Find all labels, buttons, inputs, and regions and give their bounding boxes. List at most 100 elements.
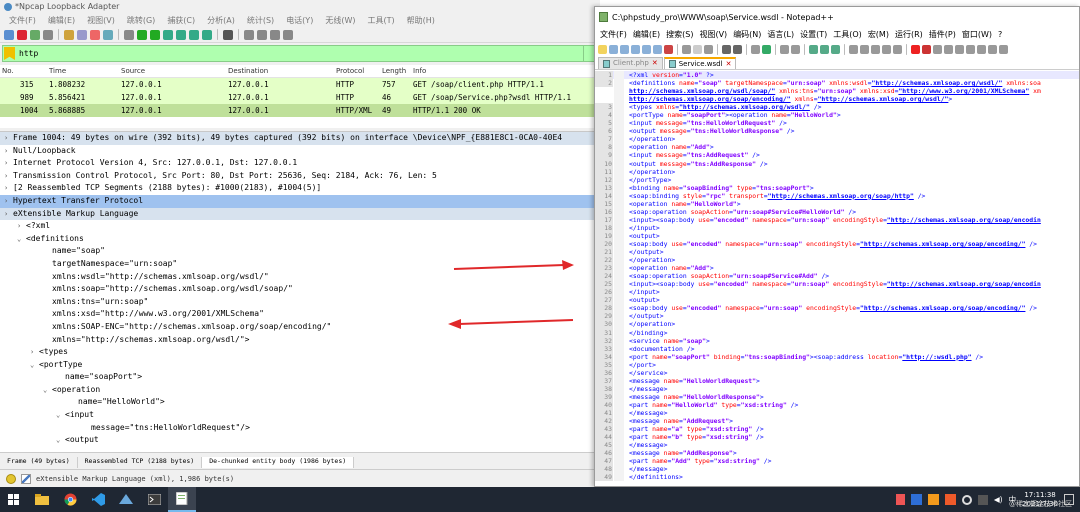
detail-row[interactable]: › Internet Protocol Version 4, Src: 127.0… [0,157,600,170]
detail-row[interactable]: › Frame 1004: 49 bytes on wire (392 bits)… [0,132,600,145]
tray-app-icon[interactable] [895,494,905,505]
fold-margin[interactable] [614,376,624,385]
code-line[interactable]: 27 <output> [595,296,1079,305]
code-line[interactable]: 48 </message> [595,465,1079,474]
code-line[interactable]: 33 <documentation /> [595,344,1079,353]
code-line[interactable]: 15 <operation name="HelloWorld"> [595,199,1079,208]
fold-margin[interactable] [614,143,624,152]
column-header[interactable]: Info [413,65,426,78]
npp-toolbar-button-icon[interactable] [911,44,920,54]
taskbar-vscode[interactable] [84,487,112,512]
npp-menu-item[interactable]: 宏(M) [865,29,892,40]
display-filter-input[interactable]: http [19,49,38,58]
expand-icon[interactable]: ⌄ [56,434,65,447]
npp-toolbar-button-icon[interactable] [751,44,760,54]
detail-row[interactable]: xmlns="http://schemas.xmlsoap.org/wsdl/"… [0,334,600,347]
collapse-icon[interactable]: › [4,195,13,208]
close-file-icon[interactable] [90,29,100,40]
expand-icon[interactable]: ⌄ [17,233,26,246]
npp-toolbar-button-icon[interactable] [871,44,880,54]
code-line[interactable]: 7 </operation> [595,135,1079,144]
fold-margin[interactable] [614,239,624,249]
collapse-icon[interactable]: › [4,208,13,221]
fold-margin[interactable] [614,231,624,240]
npp-toolbar-button-icon[interactable] [791,44,800,54]
capture-status-icon[interactable] [6,473,16,484]
fold-margin[interactable] [614,400,624,409]
detail-row[interactable]: xmlns:soap="http://schemas.xmlsoap.org/w… [0,283,600,296]
zoom-out-icon[interactable] [257,29,267,40]
code-line[interactable]: 36 </service> [595,368,1079,377]
code-line[interactable]: 46 <message name="AddResponse"> [595,449,1079,458]
code-line[interactable]: 45 </message> [595,441,1079,450]
fold-margin[interactable] [614,223,624,232]
npp-toolbar-button-icon[interactable] [988,44,997,54]
taskbar-terminal[interactable] [140,487,168,512]
fold-margin[interactable] [614,425,624,434]
npp-toolbar-button-icon[interactable] [682,44,691,54]
collapse-icon[interactable]: › [4,157,13,170]
npp-toolbar-button-icon[interactable] [722,44,731,54]
fold-margin[interactable] [614,336,624,345]
code-line[interactable]: 4 <portType name="soapPort"><operation na… [595,111,1079,120]
goto-icon[interactable] [163,29,173,40]
collapse-icon[interactable]: › [4,132,13,145]
ws-menu-item[interactable]: 工具(T) [362,15,399,26]
code-line[interactable]: 25 <input><soap:body use="encoded" namesp… [595,280,1079,289]
volume-icon[interactable]: ◀) [994,495,1003,504]
fold-margin[interactable] [614,264,624,273]
fold-margin[interactable] [614,175,624,184]
taskbar-notepad-plus-plus[interactable] [168,487,196,512]
taskbar-wireshark[interactable] [112,487,140,512]
fold-margin[interactable] [614,352,624,361]
fold-margin[interactable] [614,71,624,80]
column-header[interactable]: Protocol [336,65,364,78]
npp-toolbar-button-icon[interactable] [664,44,673,54]
npp-toolbar-button-icon[interactable] [653,44,662,54]
npp-menu-item[interactable]: 视图(V) [696,29,730,40]
fold-margin[interactable] [614,368,624,377]
bytes-tab[interactable]: De-chunked entity body (1986 bytes) [202,457,355,468]
npp-menu-item[interactable]: 文件(F) [597,29,630,40]
code-line[interactable]: 47 <part name="Add" type="xsd:string" /> [595,457,1079,466]
expand-icon[interactable]: ⌄ [30,359,39,372]
code-line[interactable]: 28 <soap:body use="encoded" namespace="ur… [595,304,1079,313]
code-line[interactable]: http://schemas.xmlsoap.org/wsdl/soap/" x… [595,87,1079,96]
detail-row[interactable]: xmlns:tns="urn:soap" [0,296,600,309]
npp-menu-item[interactable]: 语言(L) [764,29,797,40]
open-file-icon[interactable] [64,29,74,40]
code-line[interactable]: http://schemas.xmlsoap.org/soap/encoding… [595,95,1079,104]
capture-options-icon[interactable] [43,29,53,40]
code-line[interactable]: 32 <service name="soap"> [595,336,1079,345]
npp-toolbar-button-icon[interactable] [733,44,742,54]
npp-toolbar-button-icon[interactable] [704,44,713,54]
detail-row[interactable]: › Null/Loopback [0,145,600,158]
npp-menu-item[interactable]: 运行(R) [892,29,926,40]
detail-row[interactable]: › eXtensible Markup Language [0,207,600,221]
npp-toolbar-button-icon[interactable] [955,44,964,54]
column-header[interactable]: Length [382,65,406,78]
npp-toolbar-button-icon[interactable] [860,44,869,54]
fold-margin[interactable] [614,207,624,216]
tab-service-wsdl[interactable]: Service.wsdl ✕ [663,57,737,69]
npp-menu-item[interactable]: 编码(N) [730,29,764,40]
fold-margin[interactable] [614,191,624,200]
npp-toolbar-button-icon[interactable] [820,44,829,54]
detail-row[interactable]: › <types [0,346,600,359]
forward-icon[interactable] [150,29,160,40]
fold-margin[interactable] [614,449,624,458]
code-line[interactable]: 43 <part name="a" type="xsd:string" /> [595,425,1079,434]
fold-margin[interactable] [614,248,624,257]
autoscroll-icon[interactable] [202,29,212,40]
code-line[interactable]: 39 <message name="HelloWorldResponse"> [595,392,1079,401]
npp-toolbar-button-icon[interactable] [780,44,789,54]
first-icon[interactable] [176,29,186,40]
code-line[interactable]: 19 <output> [595,231,1079,240]
close-tab-icon[interactable]: ✕ [652,58,658,69]
resize-columns-icon[interactable] [283,29,293,40]
fold-margin[interactable] [614,320,624,329]
ws-menu-item[interactable]: 跳转(G) [122,15,160,26]
ws-menu-item[interactable]: 编辑(E) [43,15,80,26]
fold-margin[interactable] [614,215,624,224]
restart-capture-icon[interactable] [30,29,40,40]
